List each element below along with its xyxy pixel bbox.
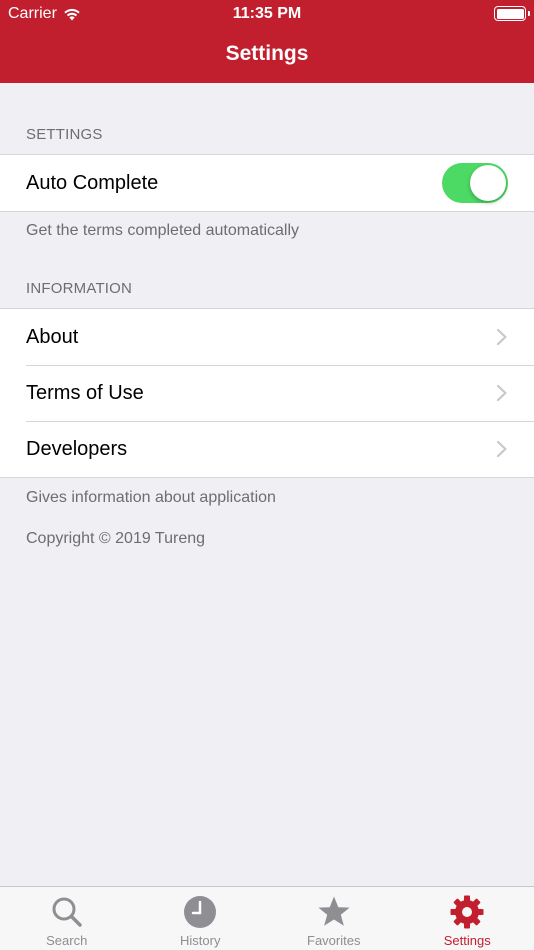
gear-icon [450,895,484,929]
tab-label-settings: Settings [443,933,491,948]
auto-complete-toggle[interactable] [442,163,508,203]
status-bar: Carrier 11:35 PM [0,0,534,28]
row-label-developers: Developers [26,437,128,460]
clock-icon [184,896,217,928]
battery-icon [494,6,530,21]
section-header-information: INFORMATION [26,280,133,297]
row-label-terms-of-use: Terms of Use [26,381,144,404]
page-title: Settings [225,42,309,65]
tab-label-search: Search [46,933,88,948]
search-icon [52,897,82,927]
tab-history[interactable]: History [134,887,268,950]
tab-favorites[interactable]: Favorites [267,887,401,950]
tab-bar: Search History Favorites Settings [0,886,534,950]
auto-complete-row: Auto Complete [0,155,534,211]
chevron-right-icon [496,440,507,458]
row-about[interactable]: About [0,309,534,365]
chevron-right-icon [496,328,507,346]
row-label-about: About [26,325,79,348]
status-time: 11:35 PM [232,5,302,22]
tab-search[interactable]: Search [0,887,134,950]
settings-group: Auto Complete [0,154,534,212]
toggle-knob [470,165,506,201]
chevron-right-icon [496,384,507,402]
auto-complete-label: Auto Complete [26,171,159,194]
row-terms-of-use[interactable]: Terms of Use [0,365,534,421]
tab-label-history: History [180,933,221,948]
section-header-settings: SETTINGS [26,126,103,143]
star-icon [318,896,350,926]
tab-settings[interactable]: Settings [401,887,534,950]
settings-footer: Get the terms completed automatically [26,222,300,239]
information-group: About Terms of Use Developers [0,308,534,478]
navigation-header: Carrier 11:35 PM Settings [0,0,534,83]
tab-label-favorites: Favorites [307,933,361,948]
information-footer: Gives information about application [26,489,276,506]
row-developers[interactable]: Developers [0,421,534,477]
copyright-text: Copyright © 2019 Tureng [26,530,206,547]
